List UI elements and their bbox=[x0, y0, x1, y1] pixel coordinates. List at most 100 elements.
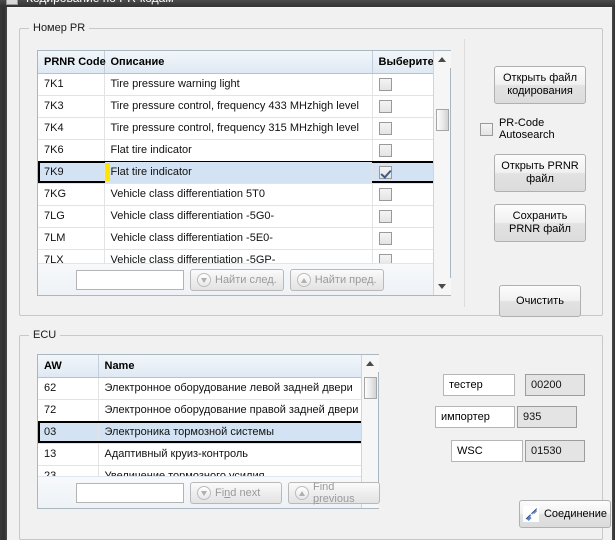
pr-code-autosearch-label: PR-Code Autosearch bbox=[498, 117, 555, 141]
pr-group-divider bbox=[464, 39, 465, 307]
pr-select-checkbox[interactable] bbox=[378, 165, 392, 179]
open-prnr-file-button[interactable]: Открыть PRNR файл bbox=[494, 154, 586, 192]
pr-description-text: Vehicle class differentiation -5G0- bbox=[110, 210, 275, 222]
pr-scroll-down-arrow[interactable] bbox=[434, 278, 451, 295]
table-row[interactable]: 7K4 Tire pressure control, frequency 315 … bbox=[38, 117, 450, 140]
table-row[interactable]: 13 Адаптивный круиз-контроль bbox=[38, 443, 378, 466]
table-row[interactable]: 03 Электроника тормозной системы bbox=[38, 421, 378, 444]
pr-find-strip: Найти след. Найти пред. bbox=[38, 263, 433, 295]
pr-code-cell: 7LM bbox=[38, 227, 105, 250]
pr-description-cell: Vehicle class differentiation -5G0- bbox=[104, 205, 373, 228]
pr-select-checkbox[interactable] bbox=[378, 121, 392, 135]
pr-col-code[interactable]: PRNR Code bbox=[38, 51, 106, 74]
ecu-group-title: ECU bbox=[29, 329, 61, 341]
title-bar: Кодирование по PR-кодам bbox=[0, 0, 615, 7]
pr-code-cell: 7LG bbox=[38, 205, 105, 228]
app-icon bbox=[6, 0, 18, 5]
pr-col-desc[interactable]: Описание bbox=[104, 51, 373, 74]
table-row[interactable]: 7LG Vehicle class differentiation -5G0- bbox=[38, 205, 450, 228]
ecu-find-strip: Find next Find previous bbox=[38, 476, 380, 508]
pr-select-checkbox[interactable] bbox=[378, 209, 392, 223]
wsc-value[interactable]: 01530 bbox=[525, 440, 585, 462]
pr-description-cell: Tire pressure control, frequency 433 MHz… bbox=[104, 95, 373, 118]
ecu-table: AW Name 62 Электронное оборудование левой… bbox=[38, 355, 378, 488]
pr-find-next-button[interactable]: Найти след. bbox=[190, 268, 284, 291]
pr-find-prev-label: Найти пред. bbox=[314, 273, 377, 286]
arrow-down-circle-icon bbox=[197, 272, 211, 287]
ecu-table-panel: AW Name 62 Электронное оборудование левой… bbox=[37, 354, 380, 509]
ecu-aw-cell: 62 bbox=[38, 377, 99, 400]
ecu-find-prev-label: Find previous bbox=[313, 480, 355, 505]
pr-description-cell: Tire pressure control, frequency 315 MHz… bbox=[104, 117, 373, 140]
pr-description-text: Tire pressure control, frequency 433 MHz… bbox=[110, 100, 359, 112]
table-row[interactable]: 7K6 Flat tire indicator bbox=[38, 139, 450, 162]
pr-table-scrollbar[interactable] bbox=[433, 51, 451, 295]
pr-code-cell: 7KG bbox=[38, 183, 105, 206]
ecu-scroll-thumb[interactable] bbox=[364, 377, 377, 399]
ecu-find-next-label: Find next bbox=[215, 486, 261, 499]
pr-select-checkbox[interactable] bbox=[378, 99, 392, 113]
table-row[interactable]: 7K3 Tire pressure control, frequency 433 … bbox=[38, 95, 450, 118]
arrow-up-circle-icon bbox=[296, 272, 311, 287]
pr-description-cell: Vehicle class differentiation -5E0- bbox=[104, 227, 373, 250]
ecu-find-prev-button[interactable]: Find previous bbox=[288, 480, 380, 505]
pr-description-cell: Tire pressure warning light bbox=[104, 73, 373, 96]
pr-select-checkbox[interactable] bbox=[378, 231, 392, 245]
pr-select-checkbox[interactable] bbox=[378, 143, 392, 157]
table-row[interactable]: 7LM Vehicle class differentiation -5E0- bbox=[38, 227, 450, 250]
pr-number-group: Номер PR PRNR Code Описание Выберите 7K1… bbox=[19, 22, 603, 317]
save-prnr-file-button[interactable]: Сохранить PRNR файл bbox=[494, 204, 586, 242]
pr-select-checkbox[interactable] bbox=[378, 77, 392, 91]
clear-button[interactable]: Очистить bbox=[499, 285, 581, 317]
ecu-table-header-row: AW Name bbox=[38, 355, 378, 378]
importer-label[interactable]: импортер bbox=[435, 406, 515, 428]
open-coding-file-button[interactable]: Открыть файл кодирования bbox=[494, 66, 586, 104]
pr-description-cell: Flat tire indicator bbox=[104, 161, 373, 184]
ecu-name-cell: Электронное оборудование правой задней д… bbox=[98, 399, 378, 422]
pr-description-text: Vehicle class differentiation -5E0- bbox=[110, 232, 273, 244]
pr-description-cell: Vehicle class differentiation 5T0 bbox=[104, 183, 373, 206]
window-title: Кодирование по PR-кодам bbox=[26, 0, 174, 5]
ecu-col-name[interactable]: Name bbox=[98, 355, 378, 378]
table-row[interactable]: 62 Электронное оборудование левой задней … bbox=[38, 377, 378, 400]
pr-code-autosearch-row[interactable]: PR-Code Autosearch bbox=[480, 117, 602, 141]
table-row[interactable]: 7KG Vehicle class differentiation 5T0 bbox=[38, 183, 450, 206]
arrow-up-circle-icon bbox=[295, 485, 309, 500]
ecu-group: ECU AW Name 62 Электронное оборудование л… bbox=[19, 329, 603, 540]
arrow-down-circle-icon bbox=[197, 485, 211, 500]
pr-find-prev-button[interactable]: Найти пред. bbox=[289, 268, 384, 291]
connect-button-label: Соединение bbox=[543, 508, 608, 520]
pr-select-checkbox[interactable] bbox=[378, 187, 392, 201]
ecu-find-input[interactable] bbox=[76, 482, 184, 503]
pr-code-cell: 7K6 bbox=[38, 139, 105, 162]
pr-code-autosearch-checkbox[interactable] bbox=[480, 122, 493, 136]
ecu-name-cell: Электронное оборудование левой задней дв… bbox=[98, 377, 378, 400]
ecu-aw-cell: 03 bbox=[38, 421, 99, 444]
pr-description-text: Vehicle class differentiation 5T0 bbox=[110, 188, 266, 200]
importer-value[interactable]: 935 bbox=[517, 406, 577, 428]
pr-scroll-thumb[interactable] bbox=[436, 109, 449, 131]
ecu-aw-cell: 72 bbox=[38, 399, 99, 422]
pr-code-table: PRNR Code Описание Выберите 7K1 Tire pres… bbox=[38, 51, 450, 272]
wsc-field-row: WSC 01530 bbox=[451, 440, 585, 462]
pr-number-group-title: Номер PR bbox=[29, 22, 90, 34]
wsc-label[interactable]: WSC bbox=[451, 440, 523, 462]
ecu-scroll-up-arrow[interactable] bbox=[362, 355, 379, 372]
ecu-find-next-button[interactable]: Find next bbox=[190, 481, 282, 504]
connect-button[interactable]: Соединение bbox=[519, 500, 611, 528]
pr-find-input[interactable] bbox=[76, 269, 184, 290]
table-row[interactable]: 72 Электронное оборудование правой задней… bbox=[38, 399, 378, 422]
table-row[interactable]: 7K1 Tire pressure warning light bbox=[38, 73, 450, 96]
row-marker bbox=[104, 162, 110, 181]
tester-label[interactable]: тестер bbox=[443, 374, 515, 396]
ecu-name-cell: Электроника тормозной системы bbox=[98, 421, 378, 444]
pr-scroll-up-arrow[interactable] bbox=[434, 51, 451, 68]
client-area: Номер PR PRNR Code Описание Выберите 7K1… bbox=[7, 7, 612, 540]
pr-find-next-label: Найти след. bbox=[215, 273, 277, 286]
ecu-col-aw[interactable]: AW bbox=[38, 355, 99, 378]
application-window: Кодирование по PR-кодам Номер PR PRNR Co… bbox=[0, 0, 615, 540]
tester-value[interactable]: 00200 bbox=[525, 374, 585, 396]
pr-code-cell: 7K3 bbox=[38, 95, 105, 118]
plug-connector-icon bbox=[522, 506, 539, 522]
table-row[interactable]: 7K9 Flat tire indicator bbox=[38, 161, 450, 184]
